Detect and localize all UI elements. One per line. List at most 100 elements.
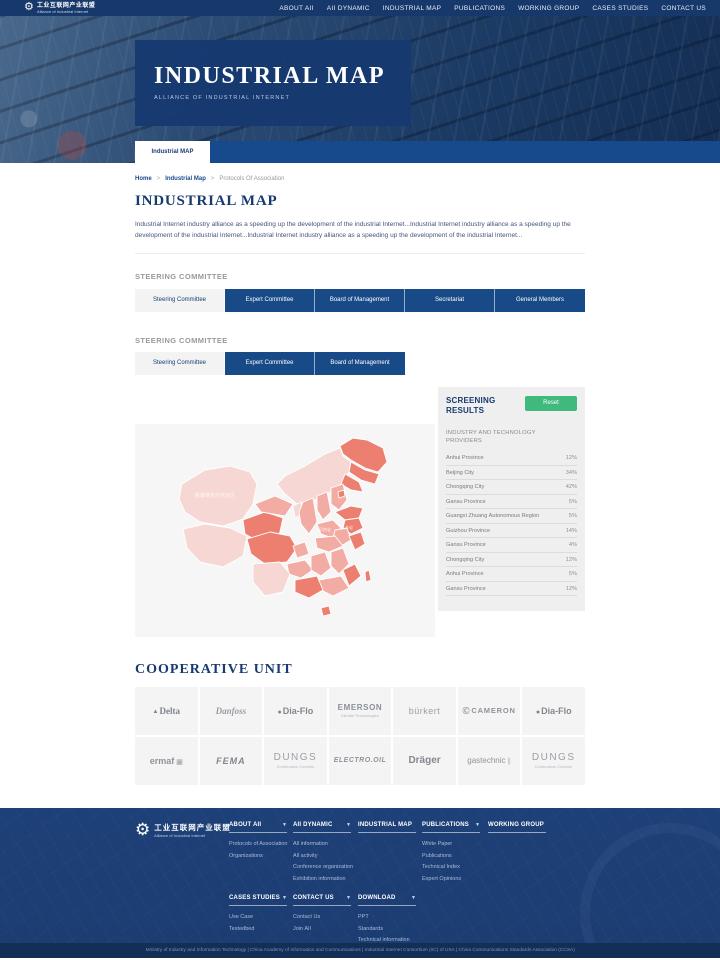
footer-col-dynamic-header[interactable]: AII DYNAMIC ▼: [293, 822, 351, 833]
province-sichuan[interactable]: [247, 532, 297, 564]
screening-row-name: Chongqing City: [446, 557, 484, 563]
footer-link[interactable]: Publications: [422, 851, 480, 863]
partner-logo-danfoss[interactable]: Danfoss: [200, 687, 263, 735]
partner-logo-gastechnic[interactable]: gastechnic: [458, 737, 521, 785]
tab-secretariat[interactable]: Secretariat: [405, 289, 495, 312]
province-zhejiang[interactable]: [349, 532, 365, 550]
partner-logo-dungs[interactable]: DUNGSCombustion Controls: [264, 737, 327, 785]
footer-link[interactable]: Technical Index: [422, 862, 480, 874]
nav-item-industrial-map[interactable]: INDUSTRIAL MAP: [383, 5, 442, 12]
footer-col-working-group-header[interactable]: WORKING GROUP: [488, 822, 546, 833]
hero-tab-spacer: [0, 141, 135, 163]
footer-link[interactable]: Join AII: [293, 924, 351, 936]
footer-link[interactable]: Organizations: [229, 851, 287, 863]
partner-logo-dia-flo-2[interactable]: Dia-Flo: [522, 687, 585, 735]
province-tibet[interactable]: [183, 524, 247, 567]
footer-link[interactable]: Testedbed: [229, 924, 287, 936]
province-gansu[interactable]: [255, 496, 293, 516]
hero-subtitle: ALLIANCE OF INDUSTRIAL INTERNET: [154, 95, 411, 101]
reset-button[interactable]: Reset: [525, 396, 577, 411]
screening-row-value: 12%: [566, 586, 577, 592]
partner-logo-cameron[interactable]: CAMERON: [458, 687, 521, 735]
province-yunnan[interactable]: [253, 562, 290, 596]
nav-item-contact-us[interactable]: CONTACT US: [661, 5, 706, 12]
province-beijing[interactable]: [338, 490, 345, 498]
province-hunan[interactable]: [311, 552, 331, 576]
map-label-henan: 河南省: [319, 526, 331, 532]
partner-logo-drager[interactable]: Dräger: [393, 737, 456, 785]
partner-logo-emerson[interactable]: EMERSONClimate Technologies: [329, 687, 392, 735]
bottom-bar: Ministry of Industry and Information Tec…: [0, 943, 720, 958]
footer-link[interactable]: All activity: [293, 851, 351, 863]
footer-col-industrial-map-header[interactable]: INDUSTRIAL MAP: [358, 822, 416, 833]
screening-row-name: Guizhou Province: [446, 528, 490, 534]
footer-brand-en: Alliance of Industrial Internet: [154, 833, 223, 838]
screening-row[interactable]: Chongqing City 42%: [446, 480, 577, 495]
province-guizhou[interactable]: [287, 560, 313, 578]
brand-logo[interactable]: ⚙ 工业互联网产业联盟 Alliance of Industrial Inter…: [24, 0, 95, 14]
screening-row[interactable]: Anhui Province 12%: [446, 451, 577, 466]
nav-item-cases-studies[interactable]: CASES STUDIES: [592, 5, 648, 12]
screening-row[interactable]: Beijing City 34%: [446, 466, 577, 481]
footer-col-contact-header[interactable]: CONTACT US ▼: [293, 895, 351, 906]
footer-link[interactable]: PPT: [358, 912, 416, 924]
tab-board-of-management[interactable]: Board of Management: [315, 289, 405, 312]
screening-row[interactable]: Chongqing City 12%: [446, 553, 577, 568]
footer-link[interactable]: Conference organization: [293, 862, 351, 874]
province-guangdong[interactable]: [319, 576, 349, 596]
footer-col-publications-header[interactable]: PUBLICATIONS ▼: [422, 822, 480, 833]
footer-brand-logo[interactable]: ⚙ 工业互联网产业联盟 Alliance of Industrial Inter…: [135, 822, 231, 838]
tab-general-members[interactable]: General Members: [495, 289, 585, 312]
province-guangxi[interactable]: [295, 576, 323, 598]
partner-logo-fema[interactable]: FEMA: [200, 737, 263, 785]
partner-logo-dia-flo[interactable]: Dia-Flo: [264, 687, 327, 735]
tab-expert-committee-2[interactable]: Expert Committee: [225, 352, 315, 375]
page-title: INDUSTRIAL MAP: [135, 193, 585, 210]
page-description: Industrial Internet industry alliance as…: [135, 219, 585, 242]
footer-col-download-header[interactable]: DOWNLOAD ▼: [358, 895, 416, 906]
tab-board-of-management-2[interactable]: Board of Management: [315, 352, 405, 375]
tab-steering-committee-2[interactable]: Steering Committee: [135, 352, 225, 375]
footer-col-cases-header[interactable]: CASES STUDIES ▼: [229, 895, 287, 906]
footer-link[interactable]: Expert Opinions: [422, 874, 480, 886]
nav-item-dynamic[interactable]: AII DYNAMIC: [327, 5, 370, 12]
footer-link[interactable]: Exhibition information: [293, 874, 351, 886]
breadcrumb-home[interactable]: Home: [135, 176, 152, 182]
partner-logo-delta[interactable]: Delta: [135, 687, 198, 735]
hero-tab-industrial-map[interactable]: Industrial MAP: [135, 141, 210, 163]
province-shanxi[interactable]: [317, 492, 331, 520]
footer-link[interactable]: Technical information: [358, 935, 416, 942]
cooperative-unit-heading: COOPERATIVE UNIT: [135, 662, 585, 678]
partner-logo-dungs-2[interactable]: DUNGSCombustion Controls: [522, 737, 585, 785]
screening-row[interactable]: Gansu Province 4%: [446, 538, 577, 553]
footer-link[interactable]: All information: [293, 839, 351, 851]
footer-link[interactable]: White Paper: [422, 839, 480, 851]
partner-logo-electro-oil[interactable]: ELECTRO.OIL: [329, 737, 392, 785]
footer-link[interactable]: Standards: [358, 924, 416, 936]
footer-link[interactable]: Use Case: [229, 912, 287, 924]
province-hainan[interactable]: [321, 606, 331, 616]
partner-logo-burkert[interactable]: bürkert: [393, 687, 456, 735]
footer-link[interactable]: Contact Us: [293, 912, 351, 924]
screening-row[interactable]: Gansu Province 12%: [446, 582, 577, 597]
breadcrumb-separator: >: [157, 176, 161, 182]
screening-row[interactable]: Guizhou Province 14%: [446, 524, 577, 539]
bottom-bar-text: Ministry of Industry and Information Tec…: [145, 948, 574, 953]
nav-item-working-group[interactable]: WORKING GROUP: [518, 5, 579, 12]
footer-col-publications: PUBLICATIONS ▼ White Paper Publications …: [422, 822, 480, 886]
breadcrumb-industrial-map[interactable]: Industrial Map: [165, 176, 206, 182]
committee-tabs-2: Steering Committee Expert Committee Boar…: [135, 352, 585, 375]
screening-row-value: 5%: [569, 499, 577, 505]
tab-steering-committee[interactable]: Steering Committee: [135, 289, 225, 312]
screening-row-value: 42%: [566, 484, 577, 490]
province-taiwan[interactable]: [365, 570, 371, 582]
footer-col-about-header[interactable]: ABOUT AII ▼: [229, 822, 287, 833]
screening-row[interactable]: Anhui Province 5%: [446, 567, 577, 582]
nav-item-publications[interactable]: PUBLICATIONS: [454, 5, 505, 12]
partner-logo-ermaf[interactable]: ermaf: [135, 737, 198, 785]
tab-expert-committee[interactable]: Expert Committee: [225, 289, 315, 312]
screening-row[interactable]: Gansu Province 5%: [446, 495, 577, 510]
screening-row[interactable]: Guangxi Zhuang Autonomous Region 5%: [446, 509, 577, 524]
footer-link[interactable]: Protocols of Association: [229, 839, 287, 851]
nav-item-about[interactable]: ABOUT AII: [279, 5, 313, 12]
